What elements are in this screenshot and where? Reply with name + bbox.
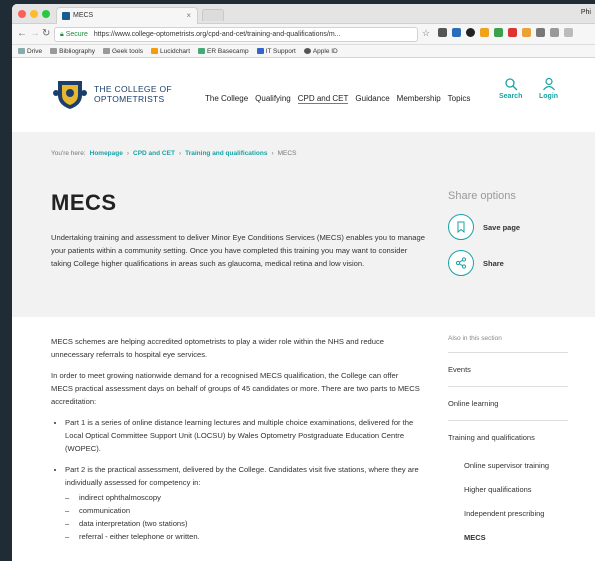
browser-tab[interactable]: MECS × [56, 7, 198, 24]
breadcrumb-prefix: You're here: [51, 150, 86, 157]
close-tab-icon[interactable]: × [186, 11, 191, 20]
zoom-window-button[interactable] [42, 10, 50, 18]
nav-topics[interactable]: Topics [448, 94, 471, 104]
bookmark-item[interactable]: Lucidchart [151, 48, 190, 55]
extension-icon[interactable] [438, 28, 447, 37]
sidebar-subitem-independent-prescribing[interactable]: Independent prescribing [448, 502, 568, 526]
breadcrumb-cpd-and-cet[interactable]: CPD and CET [133, 150, 175, 157]
extension-icon[interactable] [550, 28, 559, 37]
logo-text[interactable]: THE COLLEGE OF OPTOMETRISTS [94, 84, 172, 104]
url-text: https://www.college-optometrists.org/cpd… [93, 31, 341, 38]
competency-list: indirect ophthalmoscopy communication da… [79, 491, 421, 543]
sidebar-item-training[interactable]: Training and qualifications [448, 421, 568, 454]
lock-icon: 🔒︎ [60, 31, 64, 38]
bookmark-item[interactable]: Bibliography [50, 48, 95, 55]
secure-label: Secure [65, 31, 88, 38]
login-button[interactable]: Login [539, 77, 558, 100]
intro-text: Undertaking training and assessment to d… [51, 233, 425, 268]
competency-item: communication [79, 504, 421, 517]
extension-icon[interactable] [466, 28, 475, 37]
sidebar-item-online-learning[interactable]: Online learning [448, 387, 568, 421]
logo-line-1: THE COLLEGE OF [94, 84, 172, 94]
user-icon [542, 77, 555, 91]
extension-icon[interactable] [452, 28, 461, 37]
bookmarks-bar: Drive Bibliography Geek tools Lucidchart… [12, 45, 595, 58]
page-title: MECS [51, 190, 117, 215]
main-navigation: The College Qualifying CPD and CET Guida… [205, 94, 470, 104]
nav-qualifying[interactable]: Qualifying [255, 94, 291, 104]
breadcrumb-current: MECS [277, 150, 297, 157]
bookmark-icon [457, 221, 465, 233]
college-crest-logo[interactable] [52, 77, 88, 111]
forward-icon[interactable]: → [30, 28, 40, 39]
nav-cpd-and-cet[interactable]: CPD and CET [297, 94, 349, 104]
close-window-button[interactable] [18, 10, 26, 18]
nav-membership[interactable]: Membership [397, 94, 441, 104]
search-icon [505, 78, 518, 91]
minimize-window-button[interactable] [30, 10, 38, 18]
nav-the-college[interactable]: The College [205, 94, 248, 104]
browser-toolbar: ← → ↻ 🔒︎ Secure https://www.college-opto… [12, 24, 595, 45]
competency-item: indirect ophthalmoscopy [79, 491, 421, 504]
breadcrumb-training[interactable]: Training and qualifications [185, 150, 267, 157]
share-label[interactable]: Share [483, 259, 504, 268]
web-page: THE COLLEGE OF OPTOMETRISTS The College … [12, 59, 595, 561]
breadcrumb-separator: › [178, 150, 182, 157]
search-button[interactable]: Search [499, 77, 522, 100]
site-header: THE COLLEGE OF OPTOMETRISTS The College … [12, 59, 595, 132]
extension-icon[interactable] [508, 28, 517, 37]
logo-line-2: OPTOMETRISTS [94, 94, 165, 104]
body-paragraph: MECS schemes are helping accredited opto… [51, 337, 385, 359]
sidebar-item-events[interactable]: Events [448, 353, 568, 387]
browser-window: MECS × Phi ← → ↻ 🔒︎ Secure https://www.c… [12, 4, 595, 561]
breadcrumb-separator: › [126, 150, 130, 157]
extensions-bar [438, 28, 573, 37]
extension-icon[interactable] [494, 28, 503, 37]
share-icon [455, 257, 467, 269]
list-item-text: Part 2 is the practical assessment, deli… [65, 465, 419, 487]
bookmark-item[interactable]: Drive [18, 48, 42, 55]
new-tab-button[interactable] [202, 9, 224, 21]
sidebar-subitem-higher-qualifications[interactable]: Higher qualifications [448, 478, 568, 502]
sidebar-subitem-mecs[interactable]: MECS [448, 526, 568, 550]
bookmark-item[interactable]: ER Basecamp [198, 48, 249, 55]
bookmark-item[interactable]: Geek tools [102, 48, 143, 55]
sidebar-heading: Also in this section [448, 335, 568, 353]
page-intro-panel: You're here: Homepage › CPD and CET › Tr… [12, 132, 595, 317]
body-paragraph: In order to meet growing nationwide dema… [51, 371, 420, 406]
bookmark-item[interactable]: IT Support [256, 48, 296, 55]
competency-item: referral - either telephone or written. [79, 530, 421, 543]
address-bar[interactable]: 🔒︎ Secure https://www.college-optometris… [54, 27, 418, 42]
share-button[interactable] [448, 250, 474, 276]
bookmark-item[interactable]: Apple ID [303, 48, 338, 55]
breadcrumb: You're here: Homepage › CPD and CET › Tr… [51, 150, 296, 157]
back-icon[interactable]: ← [17, 28, 27, 39]
section-sidebar: Also in this section Events Online learn… [448, 335, 568, 550]
accreditation-list: Part 1 is a series of online distance le… [65, 416, 421, 543]
list-item: Part 1 is a series of online distance le… [65, 416, 421, 455]
save-page-button[interactable] [448, 214, 474, 240]
search-label: Search [499, 93, 523, 100]
profile-label[interactable]: Phi [581, 9, 591, 16]
sidebar-subitem-online-supervisor[interactable]: Online supervisor training [448, 454, 568, 478]
favicon-icon [62, 12, 70, 20]
main-content: MECS schemes are helping accredited opto… [51, 335, 421, 551]
bookmark-star-icon[interactable]: ☆ [422, 28, 430, 39]
share-options-heading: Share options [448, 190, 516, 202]
extension-icon[interactable] [536, 28, 545, 37]
extension-icon[interactable] [564, 28, 573, 37]
nav-guidance[interactable]: Guidance [355, 94, 389, 104]
tab-title: MECS [73, 12, 94, 19]
title-bar: MECS × Phi [12, 4, 595, 24]
login-label: Login [539, 93, 559, 100]
breadcrumb-homepage[interactable]: Homepage [90, 150, 123, 157]
save-page-label[interactable]: Save page [483, 223, 520, 232]
extension-icon[interactable] [522, 28, 531, 37]
breadcrumb-separator: › [271, 150, 274, 157]
extension-icon[interactable] [480, 28, 489, 37]
competency-item: data interpretation (two stations) [79, 517, 421, 530]
reload-icon[interactable]: ↻ [42, 28, 50, 39]
list-item: Part 2 is the practical assessment, deli… [65, 463, 421, 543]
